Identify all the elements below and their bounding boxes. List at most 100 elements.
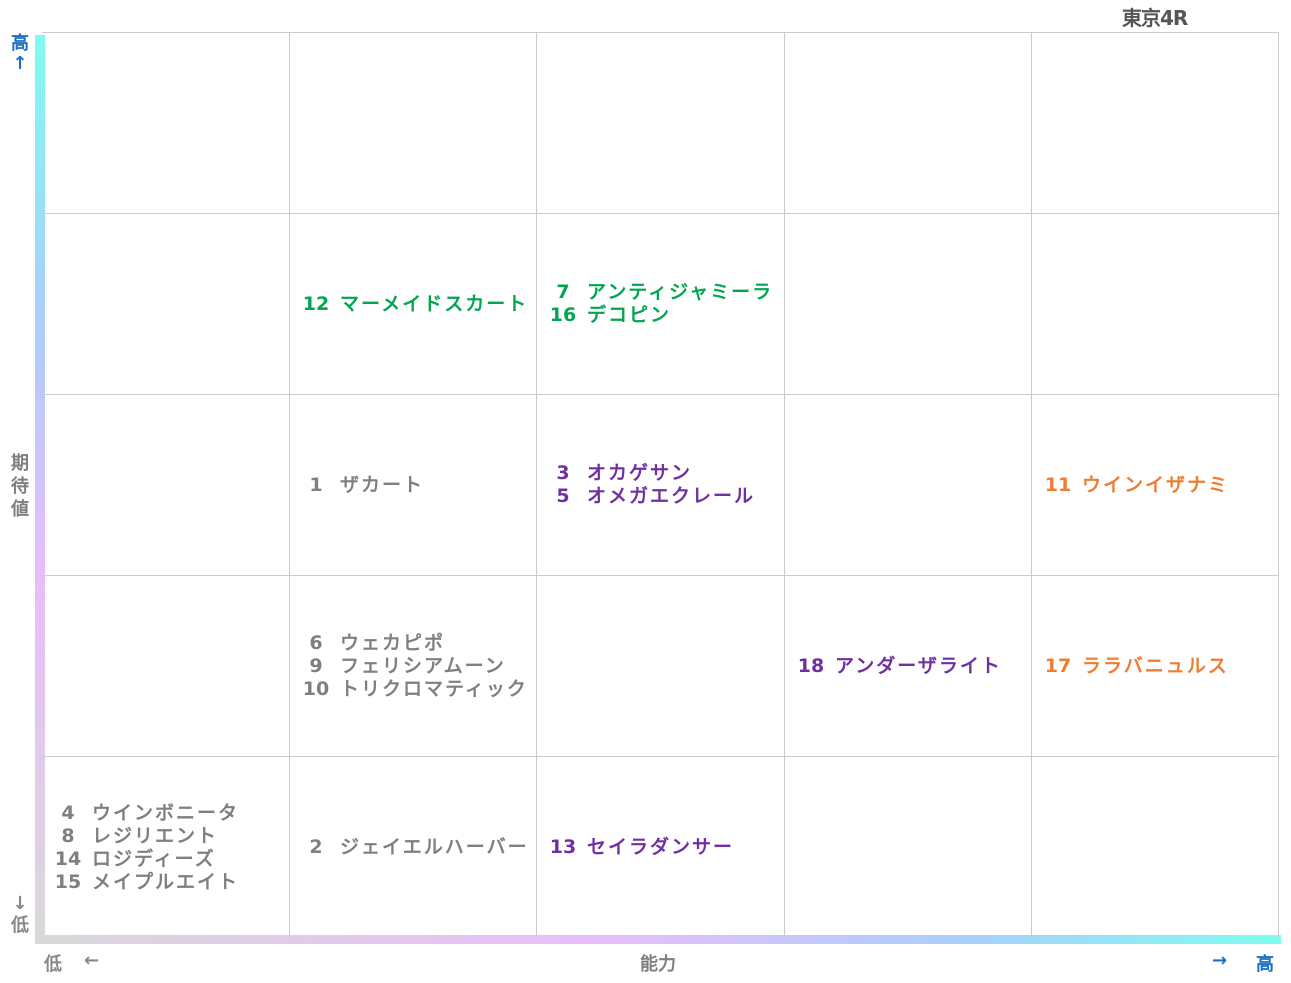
horse-entry: 5 オメガエクレール [545,485,755,508]
grid-cell [1031,214,1279,395]
horse-number: 4 [61,801,75,824]
grid-cell [784,395,1031,576]
grid-cell: 6 ウェカピポ 9 フェリシアムーン 10 トリクロマティック [289,576,536,757]
horse-name: メイプルエイト [92,870,240,893]
horse-list: 6 ウェカピポ 9 フェリシアムーン 10 トリクロマティック [290,632,528,701]
horse-name: ウインイザナミ [1082,473,1230,496]
y-title-char: 値 [11,499,29,520]
horse-entry: 3 オカゲサン [545,462,755,485]
x-axis-high-label: 高 [1256,954,1274,975]
horse-name: ウインボニータ [92,801,240,824]
grid-cell [1031,33,1279,214]
horse-name: ザカート [340,473,425,496]
horse-number: 6 [309,631,323,654]
chart-grid: 12 マーメイドスカート 7 アンティジャミーラ 16 デコピン 1 ザカート 3 オカゲサン 5 オ… [42,32,1279,938]
y-low-text: 低 [11,915,29,936]
horse-name: アンティジャミーラ [587,281,774,303]
grid-cell: 2 ジェイエルハーバー [289,757,536,938]
horse-entry: 17 ララバニュルス [1040,655,1229,678]
grid-cell: 18 アンダーザライト [784,576,1031,757]
horse-number: 10 [302,677,330,700]
horse-number: 2 [309,836,323,858]
grid-cell [42,214,289,395]
horse-entry: 12 マーメイドスカート [298,293,528,316]
grid-cell: 1 ザカート [289,395,536,576]
horse-number: 17 [1044,654,1072,677]
right-arrow-icon: → [1212,950,1228,971]
grid-cell [289,33,536,214]
horse-number: 8 [61,824,75,847]
horse-name: マーメイドスカート [340,292,529,315]
horse-entry: 8 レジリエント [50,825,239,848]
horse-entry: 13 セイラダンサー [545,836,734,859]
horse-entry: 14 ロジディーズ [50,848,239,871]
grid-cell: 7 アンティジャミーラ 16 デコピン [536,214,784,395]
horse-name: ロジディーズ [92,847,216,870]
horse-number: 3 [556,462,570,484]
race-title: 東京4R [1122,6,1188,30]
grid-cell [784,33,1031,214]
horse-number: 7 [556,281,570,303]
down-arrow-icon: ↓ [12,893,28,914]
grid-cell [1031,757,1279,938]
x-axis-title: 能力 [640,954,676,975]
grid-cell [784,757,1031,938]
horse-entry: 16 デコピン [545,304,773,327]
grid-cell [42,576,289,757]
grid-cell [42,395,289,576]
horse-name: フェリシアムーン [340,654,506,677]
horse-name: デコピン [587,304,672,326]
horse-list: 4 ウインボニータ 8 レジリエント 14 ロジディーズ 15 メイプルエイト [42,802,239,894]
grid-cell [784,214,1031,395]
y-axis-title: 期 待 値 [10,452,30,521]
x-axis-low-label: 低 [44,954,62,975]
horse-name: トリクロマティック [340,677,528,700]
grid-cell [42,33,289,214]
up-arrow-icon: ↑ [12,53,28,74]
horse-name: ジェイエルハーバー [340,836,529,858]
horse-number: 15 [54,870,82,893]
horse-entry: 11 ウインイザナミ [1040,474,1229,497]
horse-entry: 2 ジェイエルハーバー [298,836,529,859]
horse-list: 2 ジェイエルハーバー [290,836,529,859]
horse-number: 1 [309,473,323,496]
horse-list: 18 アンダーザライト [785,655,1002,678]
horse-list: 11 ウインイザナミ [1032,474,1229,497]
grid-cell: 11 ウインイザナミ [1031,395,1279,576]
y-title-char: 期 [11,453,29,474]
grid-cell: 13 セイラダンサー [536,757,784,938]
grid-cell: 12 マーメイドスカート [289,214,536,395]
horse-number: 5 [556,485,570,507]
horse-name: オカゲサン [587,462,693,484]
grid-cell: 17 ララバニュルス [1031,576,1279,757]
horse-number: 18 [797,654,825,677]
horse-entry: 18 アンダーザライト [793,655,1002,678]
horse-number: 16 [549,304,577,326]
horse-list: 7 アンティジャミーラ 16 デコピン [537,281,773,327]
horse-name: ウェカピポ [340,631,446,654]
horse-number: 14 [54,847,82,870]
horse-number: 9 [309,654,323,677]
horse-number: 12 [302,292,330,315]
horse-list: 1 ザカート [290,474,424,497]
horse-list: 3 オカゲサン 5 オメガエクレール [537,462,755,508]
horse-name: レジリエント [92,824,219,847]
grid-cell: 3 オカゲサン 5 オメガエクレール [536,395,784,576]
y-title-char: 待 [11,476,29,497]
y-axis-low-label: ↓ 低 [10,893,30,937]
horse-list: 12 マーメイドスカート [290,293,528,316]
horse-name: ララバニュルス [1082,654,1229,677]
horse-name: アンダーザライト [835,654,1002,677]
horse-entry: 4 ウインボニータ [50,802,239,825]
horse-entry: 9 フェリシアムーン [298,655,528,678]
horse-name: セイラダンサー [587,836,735,858]
horse-number: 11 [1044,473,1072,496]
horse-entry: 10 トリクロマティック [298,678,528,701]
y-axis-high-label: 高 ↑ [10,34,30,74]
horse-list: 13 セイラダンサー [537,836,734,859]
horse-entry: 7 アンティジャミーラ [545,281,773,304]
horse-entry: 1 ザカート [298,474,424,497]
horse-list: 17 ララバニュルス [1032,655,1229,678]
grid-cell: 4 ウインボニータ 8 レジリエント 14 ロジディーズ 15 メイプルエイト [42,757,289,938]
horse-entry: 15 メイプルエイト [50,871,239,894]
